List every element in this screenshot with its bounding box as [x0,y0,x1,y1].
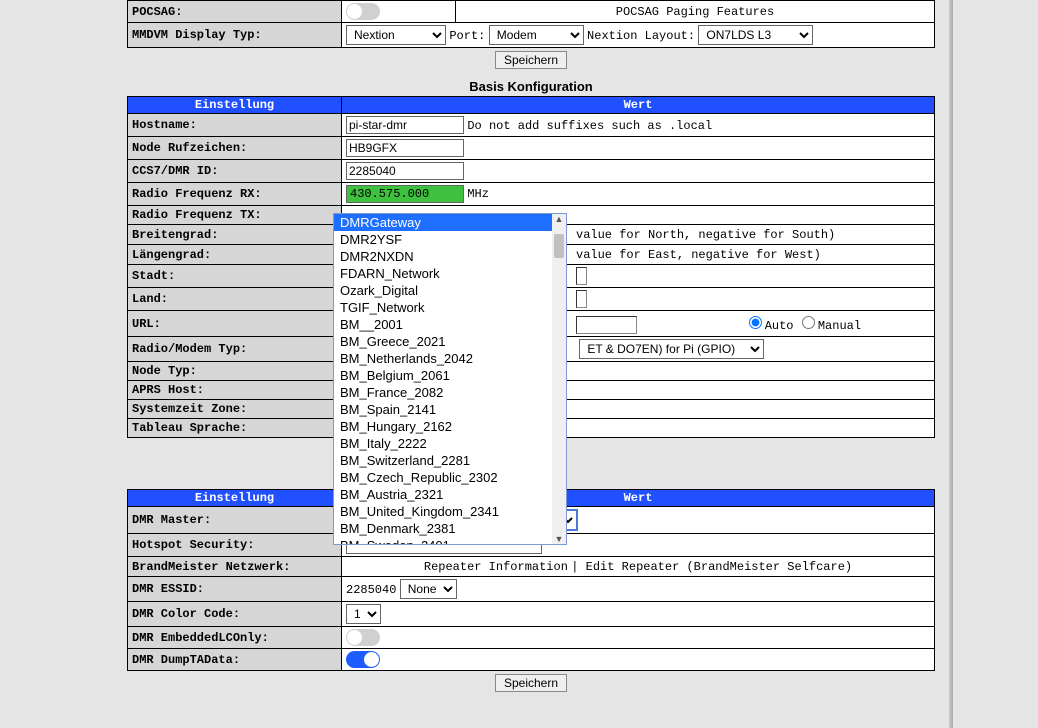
row-pocsag-label: POCSAG: [128,1,342,23]
url-auto-radio[interactable] [749,316,762,329]
modem-label: Radio/Modem Typ: [128,337,342,362]
dumpta-label: DMR DumpTAData: [128,649,342,671]
url-auto-label: Auto [765,319,794,333]
freqtx-label: Radio Frequenz TX: [128,206,342,225]
list-item[interactable]: BM_Belgium_2061 [334,367,566,384]
edit-repeater-link[interactable]: Edit Repeater (BrandMeister Selfcare) [586,560,852,574]
mmdvm-display-select[interactable]: Nextion [346,25,446,45]
list-item[interactable]: BM_Spain_2141 [334,401,566,418]
essid-label: DMR ESSID: [128,577,342,602]
repeater-info-link[interactable]: Repeater Information [424,560,568,574]
url-manual-radio[interactable] [802,316,815,329]
section-basis-title: Basis Konfiguration [127,79,935,94]
lat-hint: value for North, negative for South) [576,228,835,242]
list-item[interactable]: BM_Switzerland_2281 [334,452,566,469]
list-item[interactable]: BM_Czech_Republic_2302 [334,469,566,486]
dumpta-toggle[interactable] [346,651,380,668]
dmrmaster-label: DMR Master: [128,507,342,534]
colorcode-label: DMR Color Code: [128,602,342,627]
colorcode-select[interactable]: 1 [346,604,381,624]
callsign-input[interactable] [346,139,464,157]
hostname-input[interactable] [346,116,464,134]
bmnet-label: BrandMeister Netzwerk: [128,557,342,577]
embeddedlc-toggle[interactable] [346,629,380,646]
list-item[interactable]: DMR2YSF [334,231,566,248]
pocsag-toggle[interactable] [346,3,380,20]
aprs-label: APRS Host: [128,381,342,400]
lat-label: Breitengrad: [128,225,342,245]
pocsag-desc: POCSAG Paging Features [456,1,935,23]
row-mmdvm-label: MMDVM Display Typ: [128,23,342,48]
freqrx-value[interactable]: 430.575.000 [346,185,464,203]
essid-select[interactable]: None [400,579,457,599]
freqrx-label: Radio Frequenz RX: [128,183,342,206]
hotspot-label: Hotspot Security: [128,534,342,557]
scroll-thumb[interactable] [554,234,564,258]
nodetyp-label: Node Typ: [128,362,342,381]
top-table: POCSAG: POCSAG Paging Features MMDVM Dis… [127,0,935,48]
dmrmaster-listbox[interactable]: DMRGateway DMR2YSF DMR2NXDN FDARN_Networ… [333,213,567,545]
tz-label: Systemzeit Zone: [128,400,342,419]
land-label: Land: [128,288,342,311]
list-item[interactable]: Ozark_Digital [334,282,566,299]
list-item[interactable]: BM_Greece_2021 [334,333,566,350]
dmrid-label: CCS7/DMR ID: [128,160,342,183]
list-item[interactable]: BM_Hungary_2162 [334,418,566,435]
lon-label: Längengrad: [128,245,342,265]
hdr-einstellung2: Einstellung [128,490,342,507]
hostname-label: Hostname: [128,114,342,137]
port-label: Port: [449,29,485,43]
scroll-up-icon[interactable]: ▲ [552,214,566,224]
hostname-hint: Do not add suffixes such as .local [467,119,712,133]
nextion-layout-label: Nextion Layout: [587,29,695,43]
mmdvm-port-select[interactable]: Modem [489,25,584,45]
hdr-einstellung: Einstellung [128,97,342,114]
url-manual-label: Manual [818,319,861,333]
right-edge [949,0,953,728]
list-item[interactable]: BM_Netherlands_2042 [334,350,566,367]
freqrx-unit: MHz [467,187,489,201]
hdr-wert: Wert [342,97,935,114]
scroll-down-icon[interactable]: ▼ [552,534,566,544]
essid-value: 2285040 [346,583,396,597]
embeddedlc-label: DMR EmbeddedLCOnly: [128,627,342,649]
list-item[interactable]: FDARN_Network [334,265,566,282]
nextion-layout-select[interactable]: ON7LDS L3 [698,25,813,45]
list-item[interactable]: DMRGateway [334,214,566,231]
listbox-scrollbar[interactable]: ▲ ▼ [552,214,566,544]
land-stub[interactable] [576,290,587,308]
speichern-bottom[interactable]: Speichern [495,674,567,692]
speichern-top[interactable]: Speichern [495,51,567,69]
url-label: URL: [128,311,342,337]
list-item[interactable]: BM_Sweden_2401 [334,537,566,545]
url-stub[interactable] [576,316,637,334]
stadt-stub[interactable] [576,267,587,285]
list-item[interactable]: DMR2NXDN [334,248,566,265]
list-item[interactable]: BM_Austria_2321 [334,486,566,503]
lon-hint: value for East, negative for West) [576,248,821,262]
list-item[interactable]: BM__2001 [334,316,566,333]
list-item[interactable]: BM_France_2082 [334,384,566,401]
callsign-label: Node Rufzeichen: [128,137,342,160]
list-item[interactable]: BM_Italy_2222 [334,435,566,452]
modem-select[interactable]: ET & DO7EN) for Pi (GPIO) [579,339,764,359]
dmrid-input[interactable] [346,162,464,180]
list-item[interactable]: BM_United_Kingdom_2341 [334,503,566,520]
list-item[interactable]: TGIF_Network [334,299,566,316]
lang-label: Tableau Sprache: [128,419,342,438]
list-item[interactable]: BM_Denmark_2381 [334,520,566,537]
stadt-label: Stadt: [128,265,342,288]
